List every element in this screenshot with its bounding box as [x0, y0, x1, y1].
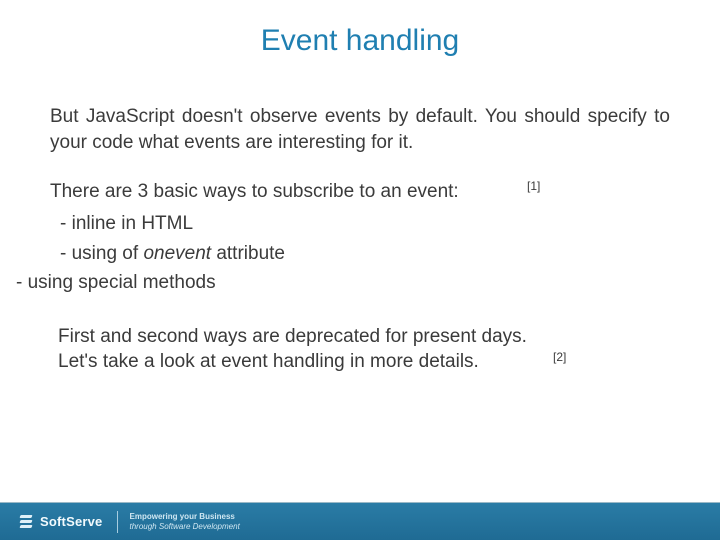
bullet-item-3: - using special methods: [16, 268, 670, 297]
slide-title: Event handling: [50, 24, 670, 58]
footer-divider: [117, 511, 118, 533]
list-lead-text: There are 3 basic ways to subscribe to a…: [50, 181, 459, 202]
bullet-item-2-suffix: attribute: [211, 243, 285, 264]
footer-bar: SoftServe Empowering your Business throu…: [0, 503, 720, 540]
onevent-keyword: onevent: [143, 243, 211, 264]
thumbnail-marker-1: [1]: [527, 179, 540, 193]
tagline-line-1: Empowering your Business: [130, 512, 235, 521]
slide: Event handling But JavaScript doesn't ob…: [0, 0, 720, 540]
logo-icon: [18, 514, 34, 530]
bullet-item-2: - using of onevent attribute: [50, 239, 670, 268]
logo-block: SoftServe: [0, 514, 103, 530]
footer-tagline: Empowering your Business through Softwar…: [130, 512, 240, 531]
brand-name: SoftServe: [40, 514, 103, 529]
closing-line-1: First and second ways are deprecated for…: [58, 326, 527, 347]
bullet-item-1: - inline in HTML: [50, 209, 670, 238]
tagline-line-2: through Software Development: [130, 522, 240, 531]
bullet-item-2-prefix: - using of: [60, 243, 143, 264]
closing-line-2: Let's take a look at event handling in m…: [58, 351, 479, 372]
bullet-list: - inline in HTML - using of onevent attr…: [50, 209, 670, 297]
list-lead: There are 3 basic ways to subscribe to a…: [50, 181, 670, 203]
closing-paragraph: First and second ways are deprecated for…: [50, 324, 670, 375]
footer: SoftServe Empowering your Business throu…: [0, 502, 720, 540]
thumbnail-marker-2: [2]: [553, 349, 566, 365]
intro-paragraph: But JavaScript doesn't observe events by…: [50, 104, 670, 155]
